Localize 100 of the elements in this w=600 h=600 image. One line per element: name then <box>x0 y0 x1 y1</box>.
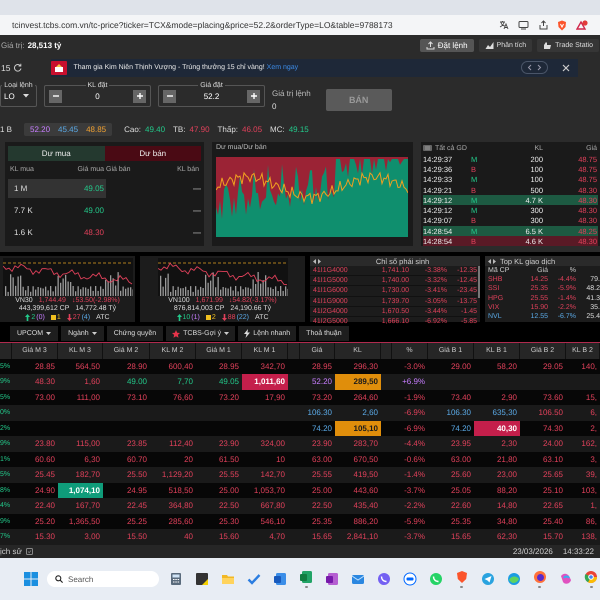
table-cell-text: 15.50 <box>126 531 148 544</box>
document-icon <box>273 572 288 586</box>
search-input[interactable]: Search <box>68 574 148 584</box>
table-cell-text: 112,40 <box>168 438 194 450</box>
history-icon[interactable] <box>26 548 33 555</box>
table-cell-text: 3, <box>589 454 598 466</box>
translate-icon[interactable] <box>499 20 509 30</box>
pager-control[interactable] <box>521 61 548 74</box>
table-cell-text: 7,70 <box>176 376 194 388</box>
table-cell-text: 63.10 <box>542 454 564 466</box>
table-cell-text: 2,30 <box>500 438 518 450</box>
table-cell-text: 2,60 <box>361 407 379 420</box>
table-cell-text: 15.70 <box>542 531 564 544</box>
table-cell-text: 73.40 <box>450 392 472 404</box>
table-cell-text: -3.7% <box>403 531 426 544</box>
total-value: 28,513 tỷ <box>28 40 62 50</box>
table-cell-text: 25.35 <box>310 516 333 528</box>
table-cell-text: 443,60 <box>352 484 379 497</box>
order-row[interactable]: 1 M 49.05 <box>8 178 106 198</box>
up-arrow-icon <box>176 314 182 321</box>
table-cell-text: 25.55 <box>218 469 240 482</box>
table-cell-text: 49.05 <box>218 376 240 388</box>
folder-icon <box>221 572 236 586</box>
table-cell-text: -6.9% <box>403 422 426 435</box>
chevron-left-icon[interactable] <box>527 64 533 71</box>
table-cell-text: 670,50 <box>352 454 379 466</box>
table-cell-text: 106.50 <box>538 407 564 420</box>
table-cell-text: 29.05 <box>542 360 564 373</box>
bid-price: 49.05 <box>82 184 104 192</box>
table-cell-text: 28.95 <box>218 360 240 373</box>
list-icon[interactable] <box>423 145 432 151</box>
table-cell-text: 62,30 <box>496 531 518 544</box>
scrollbar[interactable] <box>478 266 480 298</box>
order-row[interactable]: 7.7 K 49.00 <box>8 200 106 220</box>
ask-volume: — <box>192 184 201 192</box>
value-input[interactable]: 52.2 <box>186 92 236 100</box>
swirl-icon <box>558 572 573 586</box>
table-cell-text: 667,80 <box>260 500 286 512</box>
table-cell-text: 111,00 <box>76 392 101 404</box>
table-cell-text: 2, <box>589 422 598 435</box>
search-bar[interactable]: Search <box>47 571 159 587</box>
plus-icon <box>136 92 144 100</box>
table-cell-text: 74.20 <box>310 422 333 435</box>
table-cell-text: 76,60 <box>172 392 194 404</box>
table-cell-text: 162, <box>580 438 598 450</box>
table-cell-text: 73.10 <box>126 392 148 404</box>
expand-icon[interactable] <box>488 258 496 264</box>
share-icon[interactable] <box>538 20 548 30</box>
taskbar-button[interactable] <box>531 569 548 589</box>
plus-icon <box>250 92 258 100</box>
table-cell-text: 15, <box>584 392 598 404</box>
shield-icon[interactable] <box>557 20 567 30</box>
table-cell-text: 25.40 <box>542 516 564 528</box>
table-cell-text: 886,20 <box>352 516 379 528</box>
table-cell-text: 22.50 <box>310 500 333 512</box>
table-cell-text: 17,90 <box>264 392 286 404</box>
table-cell-text: 564,50 <box>74 360 101 373</box>
bid-volume: 1.6 K <box>14 228 34 236</box>
table-cell-text: 364,80 <box>168 500 194 512</box>
expand-icon[interactable] <box>313 258 321 264</box>
chart-icon <box>484 40 494 50</box>
refresh-icon[interactable] <box>13 63 22 72</box>
table-cell-text: 1, <box>589 500 598 512</box>
table-cell-text: 106.30 <box>446 407 472 420</box>
table-cell-text: 167,70 <box>74 500 101 512</box>
screen-icon[interactable] <box>518 20 529 30</box>
volume-text: 1 B <box>0 125 12 134</box>
checkmark-icon <box>247 572 262 586</box>
plus-button[interactable] <box>247 90 260 102</box>
windows-icon[interactable] <box>24 572 38 586</box>
minus-button[interactable] <box>163 90 176 102</box>
value-input[interactable]: 0 <box>72 92 122 100</box>
table-cell-text: 40 <box>183 531 194 544</box>
table-cell-text: 435,40 <box>352 500 379 512</box>
value-label: Giá trị: <box>1 40 25 50</box>
table-cell-text: 23.80 <box>34 438 56 450</box>
minus-button[interactable] <box>49 90 62 102</box>
table-cell-text: 63.00 <box>310 454 333 466</box>
close-icon[interactable] <box>562 64 570 72</box>
price-text: 45.45 <box>58 125 78 134</box>
table-cell-text: -3.0% <box>403 360 426 373</box>
history-link[interactable]: ịch sử <box>0 546 22 556</box>
running-indicator <box>538 586 542 588</box>
plus-button[interactable] <box>133 90 146 102</box>
notebook-icon <box>325 572 340 586</box>
search-icon <box>55 575 63 583</box>
table-cell-text: 15.60 <box>218 531 240 544</box>
table-cell-text: 25.60 <box>450 469 472 482</box>
triangle-icon[interactable] <box>576 20 588 30</box>
header-button[interactable]: Đặt lệnh <box>420 38 474 52</box>
table-cell-text: 1,129,20 <box>160 469 194 482</box>
price-text: 52.20 <box>30 125 50 134</box>
order-row[interactable]: 1.6 K 48.30 <box>8 222 106 242</box>
table-cell-text: 23.90 <box>218 438 240 450</box>
ball-icon <box>584 570 598 584</box>
chevron-right-icon[interactable] <box>536 64 542 71</box>
table-cell-text: 22.40 <box>34 500 56 512</box>
table-cell-text: 88,20 <box>496 484 518 497</box>
table-cell-text: 28.85 <box>34 360 56 373</box>
table-cell-text: 324,00 <box>260 438 286 450</box>
